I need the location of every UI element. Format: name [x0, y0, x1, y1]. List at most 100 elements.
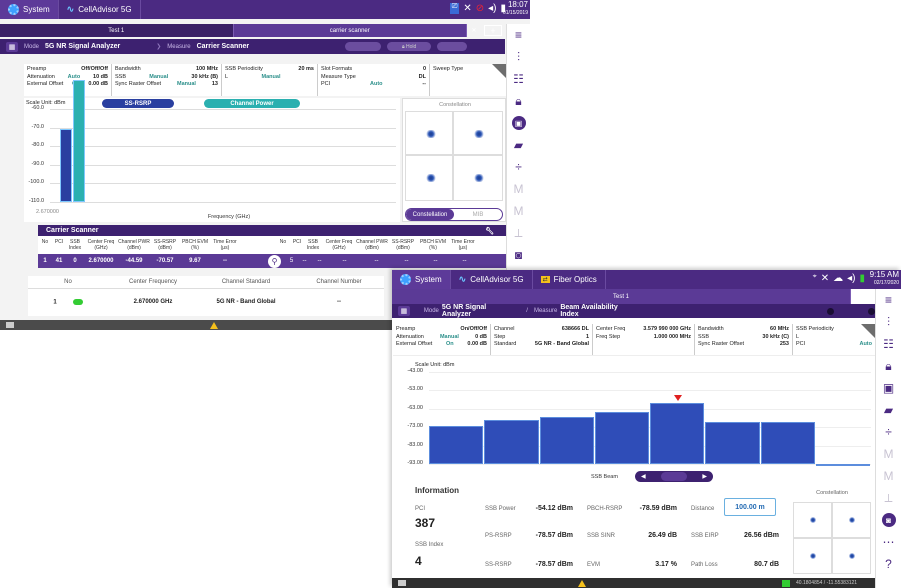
constellation-dots: [474, 130, 484, 138]
column-header: SS-RSRP (dBm): [391, 239, 415, 251]
mode-value[interactable]: 5G NR Signal Analyzer: [45, 43, 120, 50]
system-tab[interactable]: System: [0, 0, 59, 19]
cloud-icon: ☁: [833, 273, 844, 284]
gps-lock-icon: [782, 579, 790, 587]
toggle-icon[interactable]: [72, 298, 83, 305]
more-icon[interactable]: ⋯: [876, 531, 901, 553]
view-toggle: Constellation MIB: [405, 208, 503, 221]
add-tab-button[interactable]: +: [854, 290, 872, 303]
table-cell: 9.67: [189, 258, 201, 264]
divide-icon[interactable]: ÷: [876, 421, 901, 443]
folder-icon[interactable]: ▰: [507, 134, 530, 156]
column-header: No: [41, 239, 49, 245]
constellation-toggle[interactable]: Constellation: [406, 209, 454, 220]
y-tick-label: -70.0: [31, 123, 44, 130]
marker-2-icon: M: [513, 204, 524, 218]
gridline: [50, 202, 396, 203]
beam-bar: [760, 421, 815, 464]
slider-thumb[interactable]: [661, 472, 687, 481]
mib-toggle[interactable]: MIB: [454, 209, 502, 220]
channel-icon[interactable]: ☷: [507, 68, 530, 90]
warning-icon[interactable]: [210, 321, 218, 329]
marker-icon: M: [883, 447, 894, 461]
table-row[interactable]: 1 2.670000 GHz 5G NR - Band Global --: [28, 289, 384, 315]
option-pill[interactable]: [345, 42, 382, 51]
lock-icon[interactable]: 🔒︎: [876, 355, 901, 377]
constellation-dots: [849, 553, 855, 559]
status-icons: ⌖ ✕ ☁ ◂) ▮: [813, 273, 865, 284]
chevron-left-icon[interactable]: ◀: [641, 473, 646, 480]
scanner-row[interactable]: 1 41 0 2.670000 -44.59 -70.57 9.67 -- ⚲ 5 -- -- --…: [38, 254, 506, 268]
add-tab-button[interactable]: +: [484, 25, 502, 36]
celladvisor-tab[interactable]: ∿ CellAdvisor 5G: [59, 0, 141, 19]
measure-value[interactable]: Carrier Scanner: [197, 43, 250, 50]
panel-collapse-corner[interactable]: [492, 64, 506, 78]
clock: 9:15 AM 02/17/2020: [869, 270, 899, 287]
lock-icon[interactable]: 🔒︎: [507, 90, 530, 112]
constellation-dots: [810, 553, 816, 559]
channel-icon[interactable]: ☷: [876, 333, 901, 355]
front-system-bar: System ∿ CellAdvisor 5G ⇄ Fiber Optics ⌖ ✕…: [392, 270, 901, 289]
distance-field[interactable]: 100.00 m: [724, 498, 776, 516]
grid-menu-icon[interactable]: ▦: [398, 306, 410, 316]
test-tab[interactable]: Test 1: [392, 289, 851, 304]
mode-value[interactable]: 5G NR Signal Analyzer: [442, 304, 516, 318]
table-cell: --: [342, 258, 347, 264]
system-tab[interactable]: System: [392, 270, 451, 289]
scanner-tab[interactable]: carrier scanner: [233, 24, 467, 37]
keyboard-icon[interactable]: [6, 322, 14, 328]
save-icon[interactable]: ▣: [876, 377, 901, 399]
grid-menu-icon[interactable]: ▦: [6, 41, 18, 52]
beam-slider[interactable]: ◀ ▶: [635, 471, 713, 482]
column-header: Time Error (μs): [213, 239, 237, 251]
warning-icon[interactable]: [578, 579, 586, 587]
folder-icon[interactable]: ▰: [876, 399, 901, 421]
gps-coordinates: 40.1804854 / -11.55383121: [796, 580, 858, 586]
settings-sliders-icon[interactable]: ⫶: [507, 46, 530, 68]
marker-icon: M: [513, 182, 524, 196]
panel-collapse-corner[interactable]: [861, 324, 875, 338]
save-icon[interactable]: ▣: [507, 112, 530, 134]
search-icon[interactable]: ⚲: [268, 254, 281, 268]
test-tab[interactable]: Test 1: [0, 24, 234, 37]
celladvisor-tab[interactable]: ∿ CellAdvisor 5G: [451, 270, 533, 289]
keyboard-icon[interactable]: [398, 580, 406, 586]
close-tab-icon[interactable]: ✕: [467, 24, 481, 37]
menu-icon[interactable]: ≡: [507, 24, 530, 46]
camera-icon[interactable]: ◙: [507, 244, 530, 266]
trace-icon: ⟂: [514, 225, 523, 240]
lock-icon: 🔒︎: [401, 43, 405, 50]
legend-channel-power[interactable]: Channel Power: [204, 99, 300, 108]
volume-icon: ◂): [488, 3, 497, 14]
gridline: [429, 464, 871, 465]
wave-icon: ∿: [458, 274, 467, 284]
wrench-icon[interactable]: 🔧︎: [485, 227, 494, 235]
y-tick-label: -100.0: [28, 179, 44, 186]
x-axis-label: SSB Beam: [591, 474, 618, 480]
table-cell: 5G NR - Band Global: [216, 299, 276, 305]
chevron-right-icon: ❯: [156, 44, 162, 50]
x-axis-label: Frequency (GHz): [207, 214, 251, 220]
front-mode-bar: ▦ Mode 5G NR Signal Analyzer / Measure B…: [392, 304, 875, 318]
fiber-optics-tab[interactable]: ⇄ Fiber Optics: [533, 270, 606, 289]
legend-ss-rsrp[interactable]: SS-RSRP: [102, 99, 174, 108]
measure-value[interactable]: Beam Availability Index: [560, 304, 637, 318]
column-header: No: [64, 279, 72, 285]
option-pill-2[interactable]: [437, 42, 468, 51]
camera-icon[interactable]: ◙: [876, 509, 901, 531]
settings-sliders-icon[interactable]: ⫶: [876, 311, 901, 333]
beam-bar: [429, 425, 484, 464]
chevron-right-icon[interactable]: ▶: [702, 473, 707, 480]
divide-icon[interactable]: ÷: [507, 156, 530, 178]
system-bar: System ∿ CellAdvisor 5G ⎚ ✕ ⊘ ◂) ▮ 18:07 0…: [0, 0, 530, 19]
front-constellation-panel: Constellation: [791, 486, 873, 576]
table-cell: 41: [55, 258, 63, 264]
tools-icon: ✕: [820, 273, 830, 284]
front-param-panel: Preamp On/Off/Off Attenuation Manual 0 dB E…: [393, 324, 875, 356]
menu-icon[interactable]: ≡: [876, 289, 901, 311]
help-icon[interactable]: ?: [876, 553, 901, 575]
information-panel: Information PCI 387 SSB Index 4 SSB Powe…: [393, 482, 875, 578]
carrier-scanner-header: Carrier Scanner 🔧︎: [38, 225, 506, 236]
hold-button[interactable]: 🔒︎ Hold: [387, 42, 432, 51]
remote-icon: ⎚: [449, 3, 460, 14]
